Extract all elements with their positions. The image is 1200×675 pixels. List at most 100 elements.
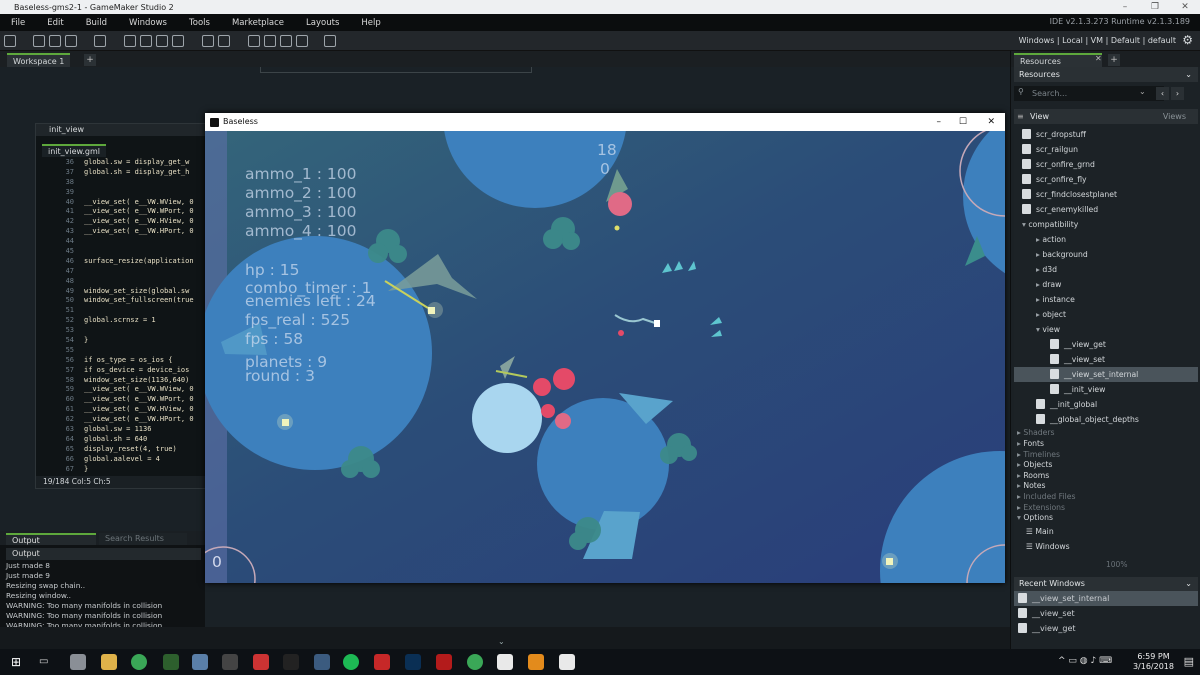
menu-icon[interactable]: ≡	[1017, 112, 1024, 121]
menu-help[interactable]: Help	[350, 18, 391, 28]
system-tray-icons[interactable]: ^ ▭ ◍ ♪ ⌨	[1058, 656, 1112, 666]
code-line[interactable]: 37 global.sh = display_get_h	[36, 168, 211, 178]
code-line[interactable]: 54}	[36, 336, 211, 346]
export-icon[interactable]	[94, 35, 106, 47]
minimize-icon[interactable]: –	[1110, 0, 1140, 14]
code-line[interactable]: 62 __view_set( e__VW.HPort, 0	[36, 415, 211, 425]
code-line[interactable]: 55	[36, 346, 211, 356]
app-icon[interactable]	[70, 654, 86, 670]
folder-icon[interactable]	[101, 654, 117, 670]
chevron-down-icon[interactable]: ⌄	[1185, 67, 1192, 82]
target-selector[interactable]: Windows | Local | VM | Default | default	[1019, 36, 1176, 45]
tree-item[interactable]: scr_railgun	[1022, 142, 1078, 157]
photoshop-icon[interactable]	[405, 654, 421, 670]
restore-icon[interactable]: ❐	[1140, 0, 1170, 14]
resource-tree[interactable]: scr_dropstuff scr_railgun scr_onfire_grnd s…	[1014, 127, 1198, 567]
tab-init-view-gml[interactable]: init_view.gml	[42, 144, 106, 157]
zoom-reset-icon[interactable]	[280, 35, 292, 47]
steam-icon[interactable]	[314, 654, 330, 670]
chevron-down-icon[interactable]: ⌄	[1185, 577, 1192, 591]
tree-item[interactable]: ▸ background	[1036, 247, 1088, 262]
tree-item[interactable]: scr_onfire_fly	[1022, 172, 1087, 187]
help-icon[interactable]	[218, 35, 230, 47]
code-line[interactable]: 57 if os_device = device_ios	[36, 366, 211, 376]
task-view-icon[interactable]: ▭	[39, 656, 48, 667]
code-line[interactable]: 53	[36, 326, 211, 336]
code-line[interactable]: 45	[36, 247, 211, 257]
tab-workspace-1[interactable]: Workspace 1	[7, 53, 71, 67]
app-icon[interactable]	[528, 654, 544, 670]
tree-item[interactable]: __view_set_internal	[1014, 367, 1198, 382]
code-line[interactable]: 48	[36, 277, 211, 287]
code-line[interactable]: 64 global.sh = 640	[36, 435, 211, 445]
zoom-in-icon[interactable]	[248, 35, 260, 47]
maximize-icon[interactable]: ☐	[959, 113, 967, 131]
epic-games-icon[interactable]	[283, 654, 299, 670]
debug-icon[interactable]	[124, 35, 136, 47]
chevron-down-icon[interactable]: ⌄	[498, 637, 505, 646]
minimize-icon[interactable]: –	[937, 113, 942, 131]
close-icon[interactable]: ✕	[987, 113, 995, 131]
tree-item[interactable]: ▸ d3d	[1036, 262, 1057, 277]
tree-item[interactable]: scr_findclosestplanet	[1022, 187, 1117, 202]
nav-back-icon[interactable]: ‹	[1156, 87, 1169, 100]
close-icon[interactable]: ✕	[1170, 0, 1200, 14]
code-line[interactable]: 63 global.sw = 1136	[36, 425, 211, 435]
home-icon[interactable]	[4, 35, 16, 47]
code-line[interactable]: 67}	[36, 465, 211, 475]
clean-icon[interactable]	[172, 35, 184, 47]
open-project-icon[interactable]	[49, 35, 61, 47]
code-line[interactable]: 36 global.sw = display_get_w	[36, 158, 211, 168]
tree-item[interactable]: scr_onfire_grnd	[1022, 157, 1095, 172]
device-icon[interactable]	[324, 35, 336, 47]
recent-window-item[interactable]: __view_get	[1014, 621, 1198, 636]
tree-item[interactable]: ▸ instance	[1036, 292, 1075, 307]
view-selector[interactable]: View Views	[1014, 109, 1198, 124]
code-line[interactable]: 58 window_set_size(1136,640)	[36, 376, 211, 386]
code-line[interactable]: 40 __view_set( e__VW.WView, 0	[36, 198, 211, 208]
app-icon[interactable]	[192, 654, 208, 670]
gear-icon[interactable]: ⚙	[1182, 34, 1193, 46]
recent-window-item[interactable]: __view_set	[1014, 606, 1198, 621]
tree-item[interactable]: ▸ draw	[1036, 277, 1061, 292]
code-line[interactable]: 43 __view_set( e__VW.HPort, 0	[36, 227, 211, 237]
zoom-fit-icon[interactable]	[296, 35, 308, 47]
spotify-icon[interactable]	[343, 654, 359, 670]
code-line[interactable]: 49 window_set_size(global.sw	[36, 287, 211, 297]
tab-search-results[interactable]: Search Results	[99, 533, 187, 545]
tree-item[interactable]: __view_set	[1050, 352, 1105, 367]
code-line[interactable]: 51	[36, 306, 211, 316]
code-line[interactable]: 47	[36, 267, 211, 277]
code-line[interactable]: 66 global.aalevel = 4	[36, 455, 211, 465]
save-icon[interactable]	[65, 35, 77, 47]
tree-item[interactable]: ▾ view	[1036, 322, 1060, 337]
app-icon[interactable]	[253, 654, 269, 670]
code-body[interactable]: 36 global.sw = display_get_w 37 global.sh =…	[36, 158, 211, 476]
new-project-icon[interactable]	[33, 35, 45, 47]
code-line[interactable]: 41 __view_set( e__VW.WPort, 0	[36, 207, 211, 217]
menu-build[interactable]: Build	[75, 18, 118, 28]
code-line[interactable]: 56 if os_type = os_ios {	[36, 356, 211, 366]
menu-edit[interactable]: Edit	[36, 18, 74, 28]
menu-marketplace[interactable]: Marketplace	[221, 18, 295, 28]
tree-item[interactable]: ▾ compatibility	[1022, 217, 1078, 232]
code-line[interactable]: 46 surface_resize(application	[36, 257, 211, 267]
stop-icon[interactable]	[156, 35, 168, 47]
tree-item[interactable]: __view_get	[1050, 337, 1106, 352]
tree-item[interactable]: ▾ Options	[1017, 510, 1053, 525]
tab-output[interactable]: Output	[6, 533, 96, 545]
recent-window-item[interactable]: __view_set_internal	[1014, 591, 1198, 606]
tree-item[interactable]: __init_view	[1050, 382, 1105, 397]
menu-file[interactable]: File	[0, 18, 36, 28]
code-line[interactable]: 42 __view_set( e__VW.HView, 0	[36, 217, 211, 227]
tree-item[interactable]: __init_global	[1036, 397, 1097, 412]
app-icon[interactable]	[163, 654, 179, 670]
tree-item[interactable]: ☰ Windows	[1026, 539, 1070, 554]
tree-item[interactable]: ☰ Main	[1026, 524, 1054, 539]
zoom-out-icon[interactable]	[264, 35, 276, 47]
code-line[interactable]: 59 __view_set( e__VW.WView, 0	[36, 385, 211, 395]
app-icon[interactable]	[436, 654, 452, 670]
code-line[interactable]: 60 __view_set( e__VW.WPort, 0	[36, 395, 211, 405]
menu-windows[interactable]: Windows	[118, 18, 178, 28]
game-canvas[interactable]: ammo_1 : 100 ammo_2 : 100 ammo_3 : 100 a…	[205, 131, 1005, 583]
